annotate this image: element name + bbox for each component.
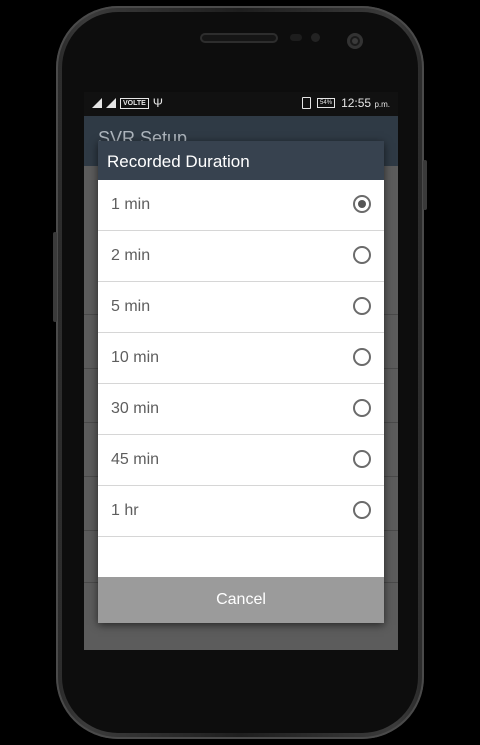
- dialog-title: Recorded Duration: [98, 141, 384, 180]
- radio-selected-icon[interactable]: [353, 195, 371, 213]
- volume-button: [53, 232, 57, 322]
- option-label: 1 hr: [111, 502, 139, 519]
- option-2-min[interactable]: 2 min: [98, 231, 384, 282]
- option-1-hr[interactable]: 1 hr: [98, 486, 384, 537]
- radio-unselected-icon[interactable]: [353, 399, 371, 417]
- signal-icon: [106, 98, 116, 108]
- earpiece-speaker: [200, 33, 278, 43]
- radio-unselected-icon[interactable]: [353, 450, 371, 468]
- option-label: 2 min: [111, 247, 151, 264]
- option-1-min[interactable]: 1 min: [98, 180, 384, 231]
- light-sensor: [311, 33, 320, 42]
- clock-suffix: p.m.: [374, 100, 390, 109]
- option-label: 5 min: [111, 298, 151, 315]
- signal-icon: [92, 98, 102, 108]
- option-30-min[interactable]: 30 min: [98, 384, 384, 435]
- option-45-min[interactable]: 45 min: [98, 435, 384, 486]
- power-button: [423, 160, 427, 210]
- usb-icon: Ψ: [152, 96, 163, 110]
- volte-badge: VOLTE: [120, 97, 149, 109]
- proximity-sensor: [290, 34, 302, 41]
- radio-unselected-icon[interactable]: [353, 501, 371, 519]
- option-label: 45 min: [111, 451, 160, 468]
- option-label: 30 min: [111, 400, 160, 417]
- option-10-min[interactable]: 10 min: [98, 333, 384, 384]
- front-camera: [347, 33, 363, 49]
- clock-time: 12:55: [341, 96, 372, 110]
- option-label: 1 min: [111, 196, 151, 213]
- option-label: 10 min: [111, 349, 160, 366]
- phone-screen: VOLTE Ψ 54% 12:55 p.m. SVR Setup Recorde…: [84, 92, 398, 650]
- battery-icon: 54%: [317, 98, 336, 108]
- status-bar: VOLTE Ψ 54% 12:55 p.m.: [84, 92, 398, 116]
- recorded-duration-dialog: Recorded Duration 1 min 2 min 5 min 10 m…: [98, 141, 384, 623]
- vibrate-icon: [302, 97, 312, 109]
- cancel-button[interactable]: Cancel: [98, 577, 384, 623]
- radio-unselected-icon[interactable]: [353, 297, 371, 315]
- option-5-min[interactable]: 5 min: [98, 282, 384, 333]
- radio-unselected-icon[interactable]: [353, 246, 371, 264]
- radio-unselected-icon[interactable]: [353, 348, 371, 366]
- status-clock: 12:55 p.m.: [341, 96, 390, 110]
